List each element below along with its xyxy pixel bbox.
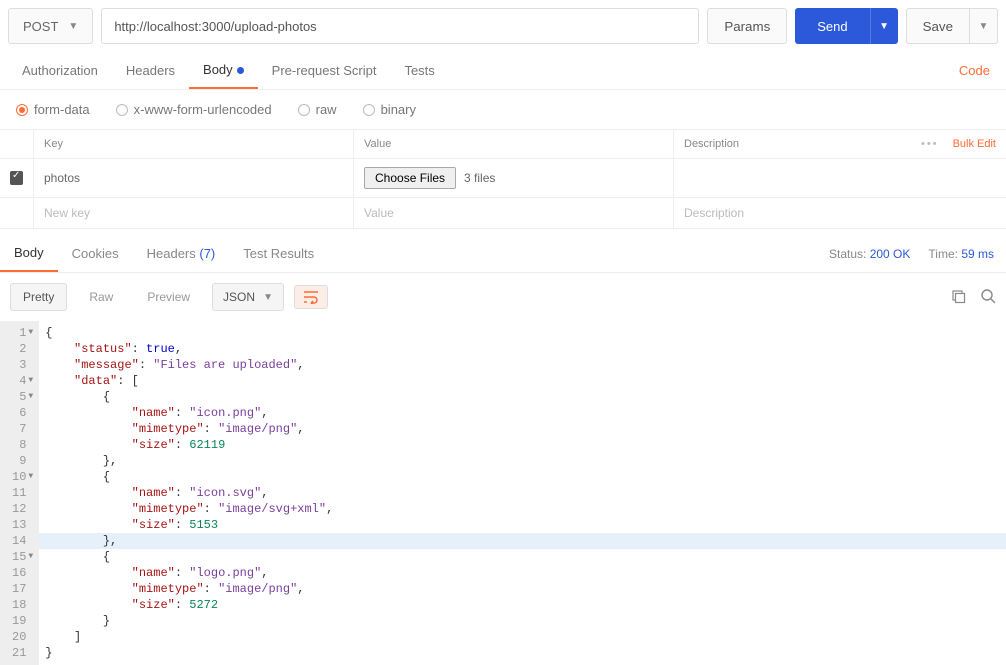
search-icon[interactable] [980, 288, 996, 307]
row-value[interactable]: Choose Files 3 files [354, 159, 674, 198]
new-row-checkbox [0, 198, 34, 229]
radio-icon [16, 104, 28, 116]
resp-tab-body[interactable]: Body [0, 235, 58, 272]
header-description: Description ••• Bulk Edit [674, 130, 1006, 159]
radio-icon [298, 104, 310, 116]
save-button[interactable]: Save [906, 8, 970, 44]
resp-tab-tests[interactable]: Test Results [229, 236, 328, 271]
tab-body[interactable]: Body [189, 52, 258, 89]
send-button[interactable]: Send [795, 8, 869, 44]
header-check [0, 130, 34, 159]
modified-dot-icon [237, 67, 244, 74]
new-row-description[interactable]: Description [674, 198, 1006, 229]
wrap-button[interactable] [294, 285, 328, 309]
radio-icon [116, 104, 128, 116]
radio-icon [363, 104, 375, 116]
choose-files-button[interactable]: Choose Files [364, 167, 456, 189]
wrap-icon [303, 290, 319, 304]
method-select[interactable]: POST ▼ [8, 8, 93, 44]
time-value: 59 ms [961, 247, 994, 261]
params-button[interactable]: Params [707, 8, 787, 44]
tab-prerequest[interactable]: Pre-request Script [258, 53, 391, 88]
header-value: Value [354, 130, 674, 159]
save-dropdown[interactable]: ▼ [970, 8, 998, 44]
status-value: 200 OK [870, 247, 911, 261]
more-icon[interactable]: ••• [921, 138, 939, 150]
radio-binary[interactable]: binary [363, 102, 416, 117]
chevron-down-icon: ▼ [979, 21, 989, 32]
send-dropdown[interactable]: ▼ [870, 8, 898, 44]
time-label: Time: 59 ms [928, 247, 994, 261]
tab-authorization[interactable]: Authorization [8, 53, 112, 88]
row-description[interactable] [674, 159, 1006, 198]
view-raw[interactable]: Raw [77, 284, 125, 310]
status-label: Status: 200 OK [829, 247, 910, 261]
chevron-down-icon: ▼ [263, 292, 273, 303]
resp-tab-headers[interactable]: Headers (7) [133, 236, 230, 271]
chevron-down-icon: ▼ [68, 21, 78, 32]
radio-formdata[interactable]: form-data [16, 102, 90, 117]
method-label: POST [23, 19, 58, 34]
code-gutter: 1▼2 3 4▼5▼6 7 8 9 10▼11 12 13 14 15▼16 1… [0, 321, 39, 665]
row-checkbox[interactable] [0, 159, 34, 198]
code-link[interactable]: Code [951, 53, 998, 88]
bulk-edit-link[interactable]: Bulk Edit [953, 138, 996, 150]
view-pretty[interactable]: Pretty [10, 283, 67, 311]
checkbox-checked-icon [10, 171, 23, 185]
new-row-key[interactable]: New key [34, 198, 354, 229]
code-body[interactable]: { "status": true, "message": "Files are … [39, 321, 1006, 665]
radio-urlencoded[interactable]: x-www-form-urlencoded [116, 102, 272, 117]
new-row-value[interactable]: Value [354, 198, 674, 229]
row-key[interactable]: photos [34, 159, 354, 198]
copy-icon[interactable] [950, 288, 966, 307]
url-input[interactable] [101, 8, 699, 44]
view-preview[interactable]: Preview [135, 284, 202, 310]
resp-tab-cookies[interactable]: Cookies [58, 236, 133, 271]
tab-headers[interactable]: Headers [112, 53, 189, 88]
radio-raw[interactable]: raw [298, 102, 337, 117]
chevron-down-icon: ▼ [879, 21, 889, 32]
format-select[interactable]: JSON ▼ [212, 283, 284, 311]
tab-tests[interactable]: Tests [390, 53, 448, 88]
header-key: Key [34, 130, 354, 159]
files-count: 3 files [464, 171, 495, 185]
